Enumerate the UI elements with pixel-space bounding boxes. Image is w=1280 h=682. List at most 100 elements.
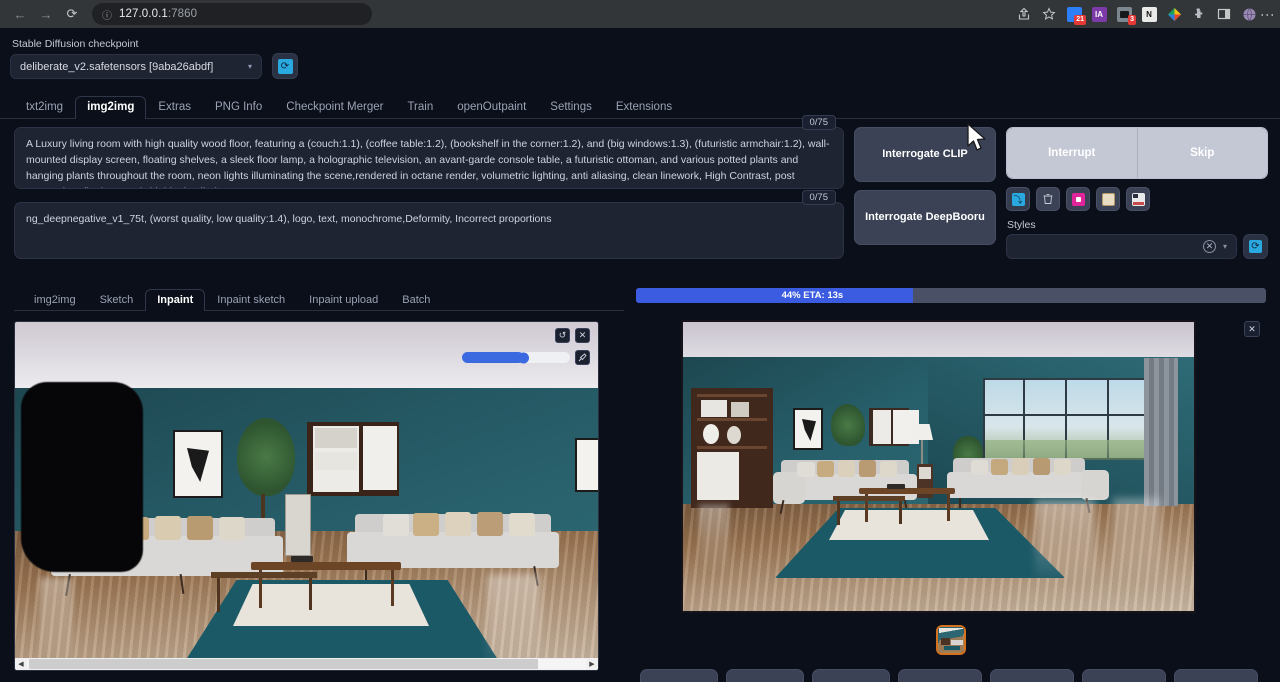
left-bottom-controls	[14, 671, 624, 682]
subtab-inpaint-upload[interactable]: Inpaint upload	[297, 289, 390, 311]
share-icon[interactable]	[1016, 6, 1032, 22]
subtab-img2img[interactable]: img2img	[22, 289, 88, 311]
clear-x-icon[interactable]: ✕	[575, 328, 590, 343]
browser-reload-button[interactable]: ⟳	[60, 2, 84, 26]
result-thumbnail[interactable]	[936, 625, 966, 655]
save-button[interactable]: Save	[726, 669, 804, 682]
extension-blue-icon[interactable]: 21	[1066, 6, 1082, 22]
browser-menu-button[interactable]: ⋮	[1266, 8, 1270, 21]
trash-icon[interactable]	[1036, 187, 1060, 211]
scroll-right-icon[interactable]: ▶	[586, 660, 598, 668]
prompt-input[interactable]	[14, 127, 844, 189]
canvas-tool-buttons: ↺ ✕	[555, 328, 590, 343]
checkpoint-label: Stable Diffusion checkpoint	[10, 38, 262, 50]
send-to-inpaint-button[interactable]: Send to	[990, 669, 1074, 682]
refresh-icon: ⟳	[278, 59, 293, 74]
tab-openoutpaint[interactable]: openOutpaint	[445, 96, 538, 119]
brush-size-knob[interactable]	[518, 352, 529, 363]
scroll-left-icon[interactable]: ◀	[15, 660, 27, 668]
interrogate-deepbooru-button[interactable]: Interrogate DeepBooru	[854, 190, 996, 245]
subtab-inpaint[interactable]: Inpaint	[145, 289, 205, 311]
tab-settings[interactable]: Settings	[538, 96, 604, 119]
prompt-column: 0/75 0/75	[14, 127, 844, 272]
zip-button[interactable]: Zip	[812, 669, 890, 682]
paste-arrow-icon[interactable]: ⤵	[1006, 187, 1030, 211]
subtab-inpaint-sketch[interactable]: Inpaint sketch	[205, 289, 297, 311]
apply-style-icon[interactable]	[1096, 187, 1120, 211]
skip-button[interactable]: Skip	[1137, 128, 1268, 178]
img2img-left-pane: img2img Sketch Inpaint Inpaint sketch In…	[14, 286, 624, 682]
progress-label: 44% ETA: 13s	[636, 288, 1266, 303]
tab-train[interactable]: Train	[395, 96, 445, 119]
tab-checkpoint-merger[interactable]: Checkpoint Merger	[274, 96, 395, 119]
clear-x-icon[interactable]: ✕	[1203, 240, 1216, 253]
brush-size-slider[interactable]	[462, 352, 570, 363]
generate-controls-column: Interrupt Skip ⤵	[1006, 127, 1268, 272]
main-body: img2img Sketch Inpaint Inpaint sketch In…	[0, 272, 1280, 682]
extension-screen-icon[interactable]: 3	[1116, 6, 1132, 22]
send-to-img2img-button[interactable]: Send to	[898, 669, 982, 682]
extension-puzzle-icon[interactable]	[1191, 6, 1207, 22]
inpaint-canvas[interactable]: ↺ ✕ ◀	[14, 321, 599, 671]
tab-extras[interactable]: Extras	[146, 96, 203, 119]
address-bar-url: 127.0.0.1:7860	[119, 8, 197, 20]
positive-prompt-box: 0/75	[14, 127, 844, 194]
styles-refresh-button[interactable]: ⟳	[1243, 234, 1268, 259]
negative-prompt-input[interactable]	[14, 202, 844, 259]
inpaint-mask	[21, 382, 143, 572]
tab-extensions[interactable]: Extensions	[604, 96, 684, 119]
subtab-sketch[interactable]: Sketch	[88, 289, 146, 311]
negative-prompt-box: 0/75	[14, 202, 844, 264]
chevron-down-icon: ▾	[248, 62, 252, 71]
negative-prompt-token-counter: 0/75	[802, 190, 837, 205]
styles-dropdown[interactable]: ✕ ▾	[1006, 234, 1237, 259]
extension-archive-icon[interactable]: IA	[1091, 6, 1107, 22]
webui-app: Stable Diffusion checkpoint deliberate_v…	[0, 28, 1280, 682]
interrupt-button[interactable]: Interrupt	[1007, 128, 1137, 178]
checkpoint-dropdown[interactable]: deliberate_v2.safetensors [9aba26abdf] ▾	[10, 54, 262, 79]
open-folder-button[interactable]	[640, 669, 718, 682]
extension-globe-icon[interactable]	[1241, 6, 1257, 22]
result-gallery: ✕	[636, 315, 1266, 615]
interrogate-column: Interrogate CLIP Interrogate DeepBooru	[854, 127, 996, 272]
interrogate-clip-button[interactable]: Interrogate CLIP	[854, 127, 996, 182]
styles-label: Styles	[1007, 219, 1268, 231]
main-tab-bar: txt2img img2img Extras PNG Info Checkpoi…	[0, 93, 1280, 119]
brush-icon[interactable]	[575, 350, 590, 365]
tab-png-info[interactable]: PNG Info	[203, 96, 274, 119]
checkpoint-value: deliberate_v2.safetensors [9aba26abdf]	[20, 61, 213, 73]
styles-row: ✕ ▾ ⟳	[1006, 234, 1268, 259]
browser-back-button[interactable]: ←	[8, 2, 32, 26]
extension-diamond-icon[interactable]	[1166, 6, 1182, 22]
subtab-batch[interactable]: Batch	[390, 289, 442, 311]
bookmark-star-icon[interactable]	[1041, 6, 1057, 22]
address-bar[interactable]: ⓘ 127.0.0.1:7860	[92, 3, 372, 25]
result-thumbnail-row	[636, 625, 1266, 655]
generated-image[interactable]	[681, 320, 1196, 613]
extension-panel-icon[interactable]	[1216, 6, 1232, 22]
generation-progress-bar: 44% ETA: 13s	[636, 288, 1266, 303]
browser-toolbar: ← → ⟳ ⓘ 127.0.0.1:7860 21 IA 3 N	[0, 0, 1280, 28]
result-buttons-row: Save Zip Send to Send to Send to Send to	[636, 655, 1266, 682]
extension-badge-count-2: 3	[1128, 15, 1136, 25]
generate-controls: Interrupt Skip	[1006, 127, 1268, 179]
prompt-zone: 0/75 0/75 Interrogate CLIP Interrogate D…	[0, 119, 1280, 272]
refresh-icon: ⟳	[1249, 240, 1262, 253]
extra-networks-icon[interactable]	[1066, 187, 1090, 211]
scrollbar-track[interactable]	[27, 659, 586, 669]
browser-forward-button[interactable]: →	[34, 2, 58, 26]
save-style-icon[interactable]	[1126, 187, 1150, 211]
scrollbar-thumb[interactable]	[29, 659, 538, 669]
canvas-horizontal-scrollbar[interactable]: ◀ ▶	[15, 658, 598, 670]
send-to-openoutpaint-button[interactable]: Send to	[1174, 669, 1258, 682]
send-to-extras-button[interactable]: Send to	[1082, 669, 1166, 682]
checkpoint-refresh-button[interactable]: ⟳	[272, 53, 298, 79]
prompt-token-counter: 0/75	[802, 115, 837, 130]
close-icon[interactable]: ✕	[1244, 321, 1260, 337]
undo-icon[interactable]: ↺	[555, 328, 570, 343]
tab-img2img[interactable]: img2img	[75, 96, 146, 119]
extension-notion-icon[interactable]: N	[1141, 6, 1157, 22]
site-info-icon[interactable]: ⓘ	[102, 7, 112, 22]
chevron-down-icon: ▾	[1223, 242, 1227, 251]
tab-txt2img[interactable]: txt2img	[14, 96, 75, 119]
